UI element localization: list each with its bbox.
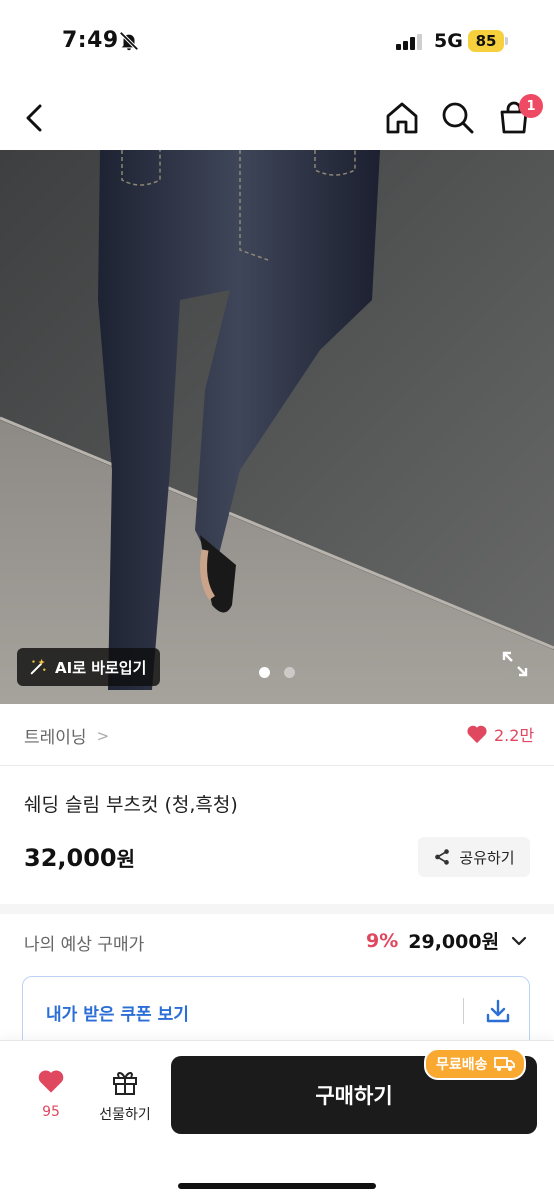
product-price: 32,000원	[24, 843, 135, 872]
heart-icon	[38, 1070, 64, 1093]
chevron-right-icon: >	[96, 726, 110, 745]
section-gap	[0, 904, 554, 914]
estimated-price-label: 나의 예상 구매가	[24, 935, 145, 955]
network-type: 5G	[434, 30, 463, 52]
estimated-price: 29,000원	[408, 931, 500, 953]
coupon-label[interactable]: 내가 받은 쿠폰 보기	[46, 1000, 189, 1025]
truck-icon	[493, 1057, 515, 1071]
product-title: 쉐딩 슬림 부츠컷 (청,흑청)	[24, 794, 238, 816]
gift-button[interactable]: 선물하기	[90, 1068, 160, 1124]
signal-icon	[396, 34, 422, 50]
status-time: 7:49	[62, 28, 119, 53]
back-icon[interactable]	[18, 98, 52, 138]
price-amount: 32,000	[24, 844, 117, 872]
like-summary[interactable]: 2.2만	[466, 722, 534, 746]
expand-icon[interactable]	[502, 651, 528, 677]
product-photo-illustration	[0, 150, 554, 704]
coupon-divider	[463, 998, 464, 1024]
divider	[0, 765, 554, 766]
brand-name: 트레이닝	[24, 728, 87, 748]
ai-try-on-label: AI로 바로입기	[55, 658, 147, 677]
like-button[interactable]: 95	[26, 1068, 76, 1120]
discount-rate: 9%	[366, 929, 399, 952]
share-icon	[435, 849, 450, 865]
magic-wand-icon	[30, 658, 46, 675]
product-image[interactable]	[0, 150, 554, 704]
price-unit: 원	[116, 847, 136, 871]
carousel-dot-active[interactable]	[259, 667, 270, 678]
carousel-dot[interactable]	[284, 667, 295, 678]
search-icon[interactable]	[438, 98, 478, 138]
ai-try-on-button[interactable]: AI로 바로입기	[17, 648, 161, 686]
free-shipping-label: 무료배송	[436, 1057, 488, 1073]
like-count: 2.2만	[494, 726, 535, 745]
download-icon[interactable]	[483, 996, 513, 1026]
gift-label: 선물하기	[99, 1107, 151, 1123]
estimated-price-toggle[interactable]: 9% 29,000원	[366, 927, 529, 954]
battery-nub	[505, 37, 508, 45]
chevron-down-icon	[511, 936, 527, 945]
cart-count-badge: 1	[519, 94, 543, 118]
like-button-count: 95	[42, 1104, 60, 1120]
gift-icon	[113, 1072, 137, 1095]
bell-off-icon	[119, 31, 139, 51]
home-indicator	[178, 1183, 376, 1189]
free-shipping-badge: 무료배송	[424, 1048, 526, 1080]
share-button[interactable]: 공유하기	[418, 837, 530, 877]
share-label: 공유하기	[459, 848, 515, 867]
home-icon[interactable]	[382, 98, 422, 138]
heart-icon	[467, 725, 487, 744]
battery-indicator: 85	[468, 30, 504, 52]
brand-link[interactable]: 트레이닝 >	[24, 723, 110, 749]
